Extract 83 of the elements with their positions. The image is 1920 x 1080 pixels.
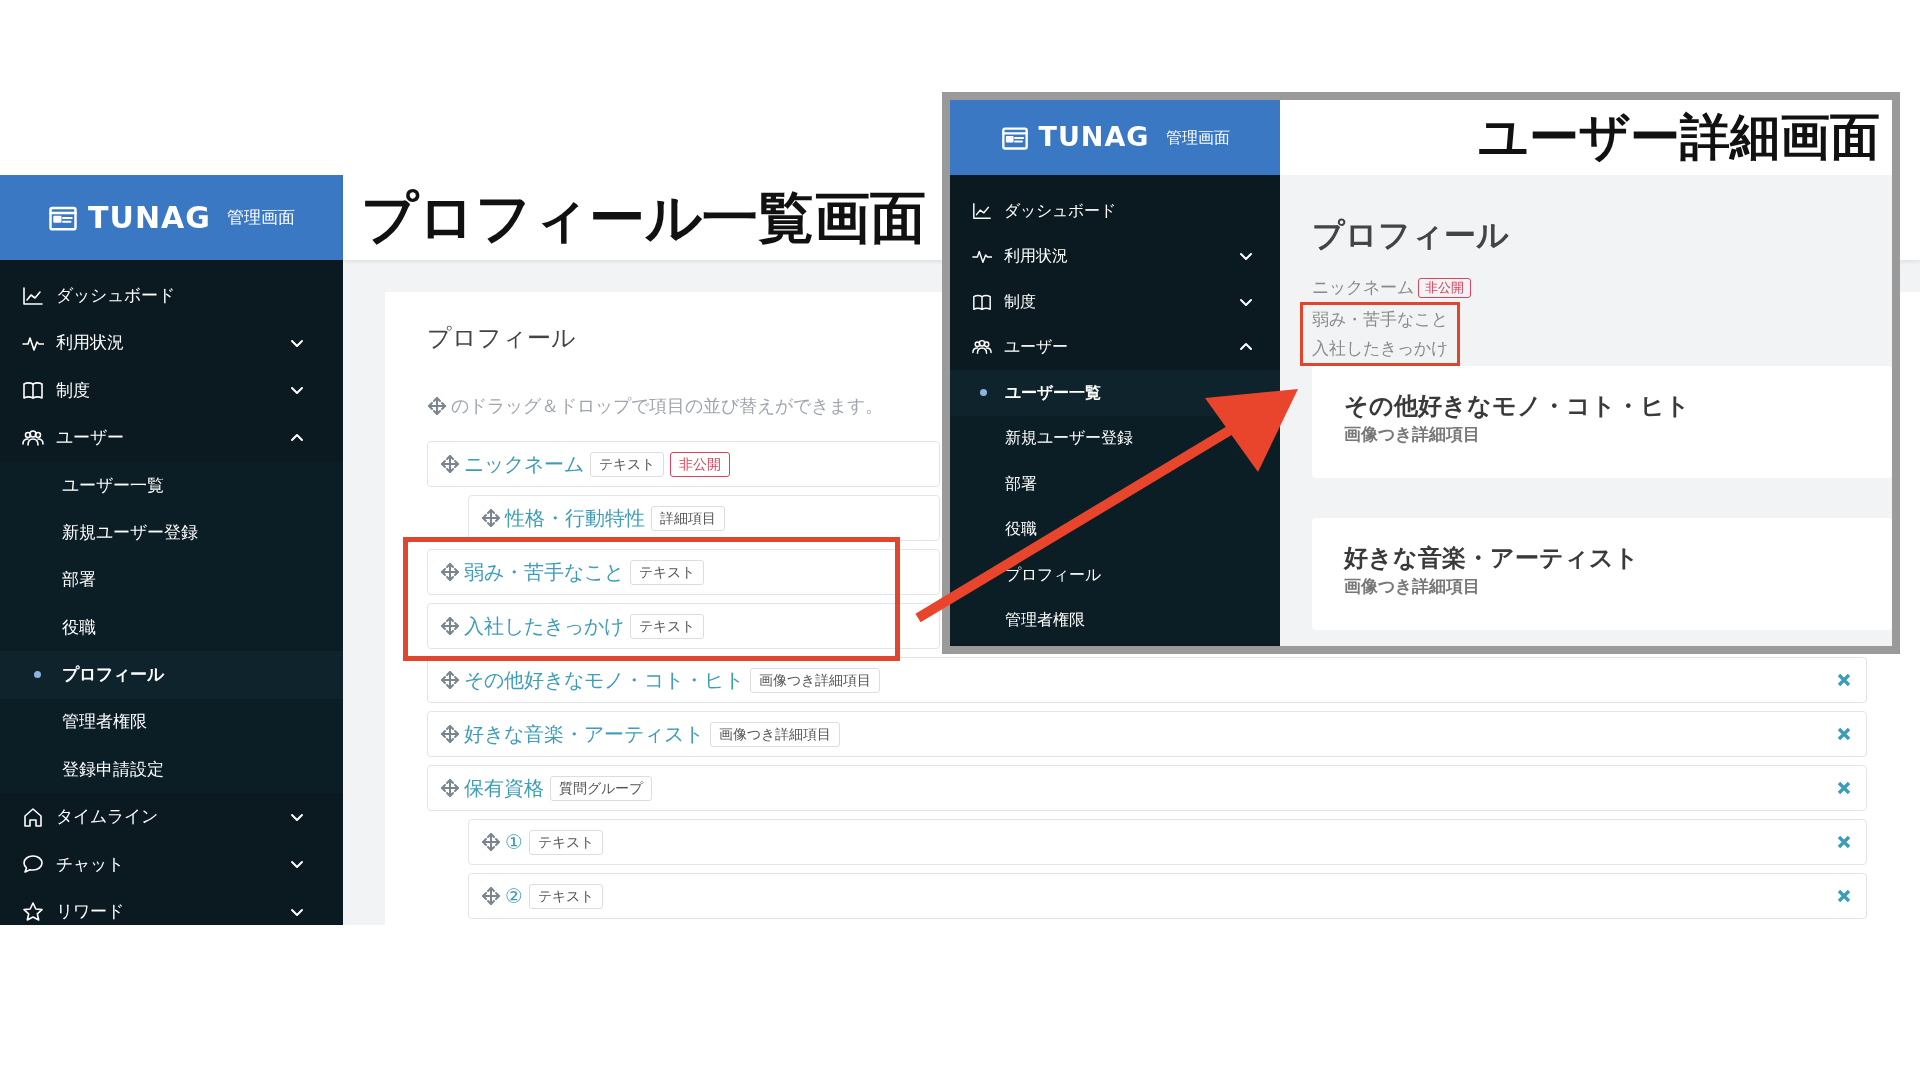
submenu-item[interactable]: 管理者権限 [1005,608,1085,633]
chat-icon [22,853,44,876]
type-tag: テキスト [528,883,603,909]
brand-name: TUNAG [88,199,211,237]
profile-item-row[interactable]: 弱み・苦手なこと テキスト [427,549,940,595]
chart-icon [972,200,992,221]
submenu-item[interactable]: ユーザー一覧 [1005,380,1101,405]
move-icon [440,616,460,636]
close-icon[interactable] [1836,888,1852,904]
drag-hint: のドラッグ＆ドロップで項目の並び替えができます。 [451,394,883,418]
move-icon [481,886,501,906]
brand-name: TUNAG [1038,120,1150,155]
move-icon [481,508,501,528]
submenu-item[interactable]: プロフィール [62,662,164,688]
close-icon[interactable] [1836,726,1852,742]
move-icon [481,832,501,852]
card-title: その他好きなモノ・コト・ヒト [1344,391,1691,422]
type-tag: 詳細項目 [651,505,725,531]
sidebar-item[interactable]: チャット [0,840,343,889]
submenu-item[interactable]: 役職 [1005,517,1037,542]
type-tag: テキスト [630,559,704,585]
submenu-item[interactable]: 新規ユーザー登録 [62,519,198,546]
chart-icon [22,284,44,307]
close-icon[interactable] [1836,672,1852,688]
profile-heading: プロフィール [1312,215,1510,255]
submenu-item[interactable]: 部署 [62,567,96,593]
card-subtitle: 画像つき詳細項目 [1344,575,1481,598]
submenu-item[interactable]: 登録申請設定 [62,756,164,783]
sidebar-item[interactable]: リワード [0,888,343,925]
selected-dot [980,389,987,397]
type-tag: 画像つき詳細項目 [750,667,880,693]
type-tag: テキスト [630,613,704,639]
sidebar-item[interactable]: ダッシュボード [950,188,1280,234]
close-icon[interactable] [1836,780,1852,796]
brand-subtitle: 管理画面 [1165,126,1230,149]
sidebar-item[interactable]: 制度 [950,279,1280,325]
card-title: プロフィール [427,323,576,354]
profile-item-row[interactable]: 保有資格 質問グループ [427,765,1867,811]
move-icon [427,395,447,416]
type-tag: テキスト [590,451,664,477]
sidebar-item[interactable]: タイムライン [0,793,343,841]
selected-dot [34,671,41,679]
submenu-item[interactable]: 新規ユーザー登録 [1005,426,1133,451]
move-icon [440,724,460,744]
star-icon [22,900,44,923]
sidebar-item[interactable]: ユーザー [950,324,1280,370]
sidebar-item[interactable]: 利用状況 [0,319,343,367]
sidebar-item[interactable]: 利用状況 [950,233,1280,279]
book-icon [22,379,44,402]
home-icon [22,806,44,828]
profile-item-row[interactable]: ニックネーム テキスト 非公開 [427,441,940,487]
submenu-item[interactable]: 部署 [1005,471,1037,496]
move-icon [440,778,460,798]
field-label: ニックネーム [1312,276,1414,299]
card-title: 好きな音楽・アーティスト [1344,543,1640,574]
field-label: 入社したきっかけ [1312,337,1448,360]
brand-subtitle: 管理画面 [226,205,295,229]
private-tag: 非公開 [670,451,730,477]
sidebar-item[interactable]: 制度 [0,366,343,415]
field-label: 弱み・苦手なこと [1312,308,1448,331]
screen-caption: プロフィール一覧画面 [361,183,926,252]
sidebar-item[interactable]: ダッシュボード [0,272,343,320]
close-icon[interactable] [1836,834,1852,850]
profile-item-row[interactable]: 性格・行動特性 詳細項目 [468,495,940,541]
profile-item-row[interactable]: ① テキスト [468,819,1867,865]
move-icon [440,454,460,474]
type-tag: 画像つき詳細項目 [710,721,840,747]
private-tag: 非公開 [1418,277,1471,298]
submenu-item[interactable]: 役職 [62,614,96,641]
profile-item-row[interactable]: 入社したきっかけ テキスト [427,603,940,649]
profile-item-row[interactable]: ② テキスト [468,873,1867,919]
submenu-item[interactable]: プロフィール [1005,562,1101,587]
move-icon [440,562,460,582]
profile-item-row[interactable]: 好きな音楽・アーティスト 画像つき詳細項目 [427,711,1867,757]
card-subtitle: 画像つき詳細項目 [1344,423,1481,446]
submenu-item[interactable]: 管理者権限 [62,709,147,735]
type-tag: テキスト [528,829,603,855]
screen-caption: ユーザー詳細画面 [1478,107,1880,168]
profile-item-row[interactable]: その他好きなモノ・コト・ヒト 画像つき詳細項目 [427,657,1867,703]
move-icon [440,670,460,690]
type-tag: 質問グループ [550,775,652,801]
sidebar-item[interactable]: ユーザー [0,414,343,462]
submenu-item[interactable]: ユーザー一覧 [62,472,164,498]
